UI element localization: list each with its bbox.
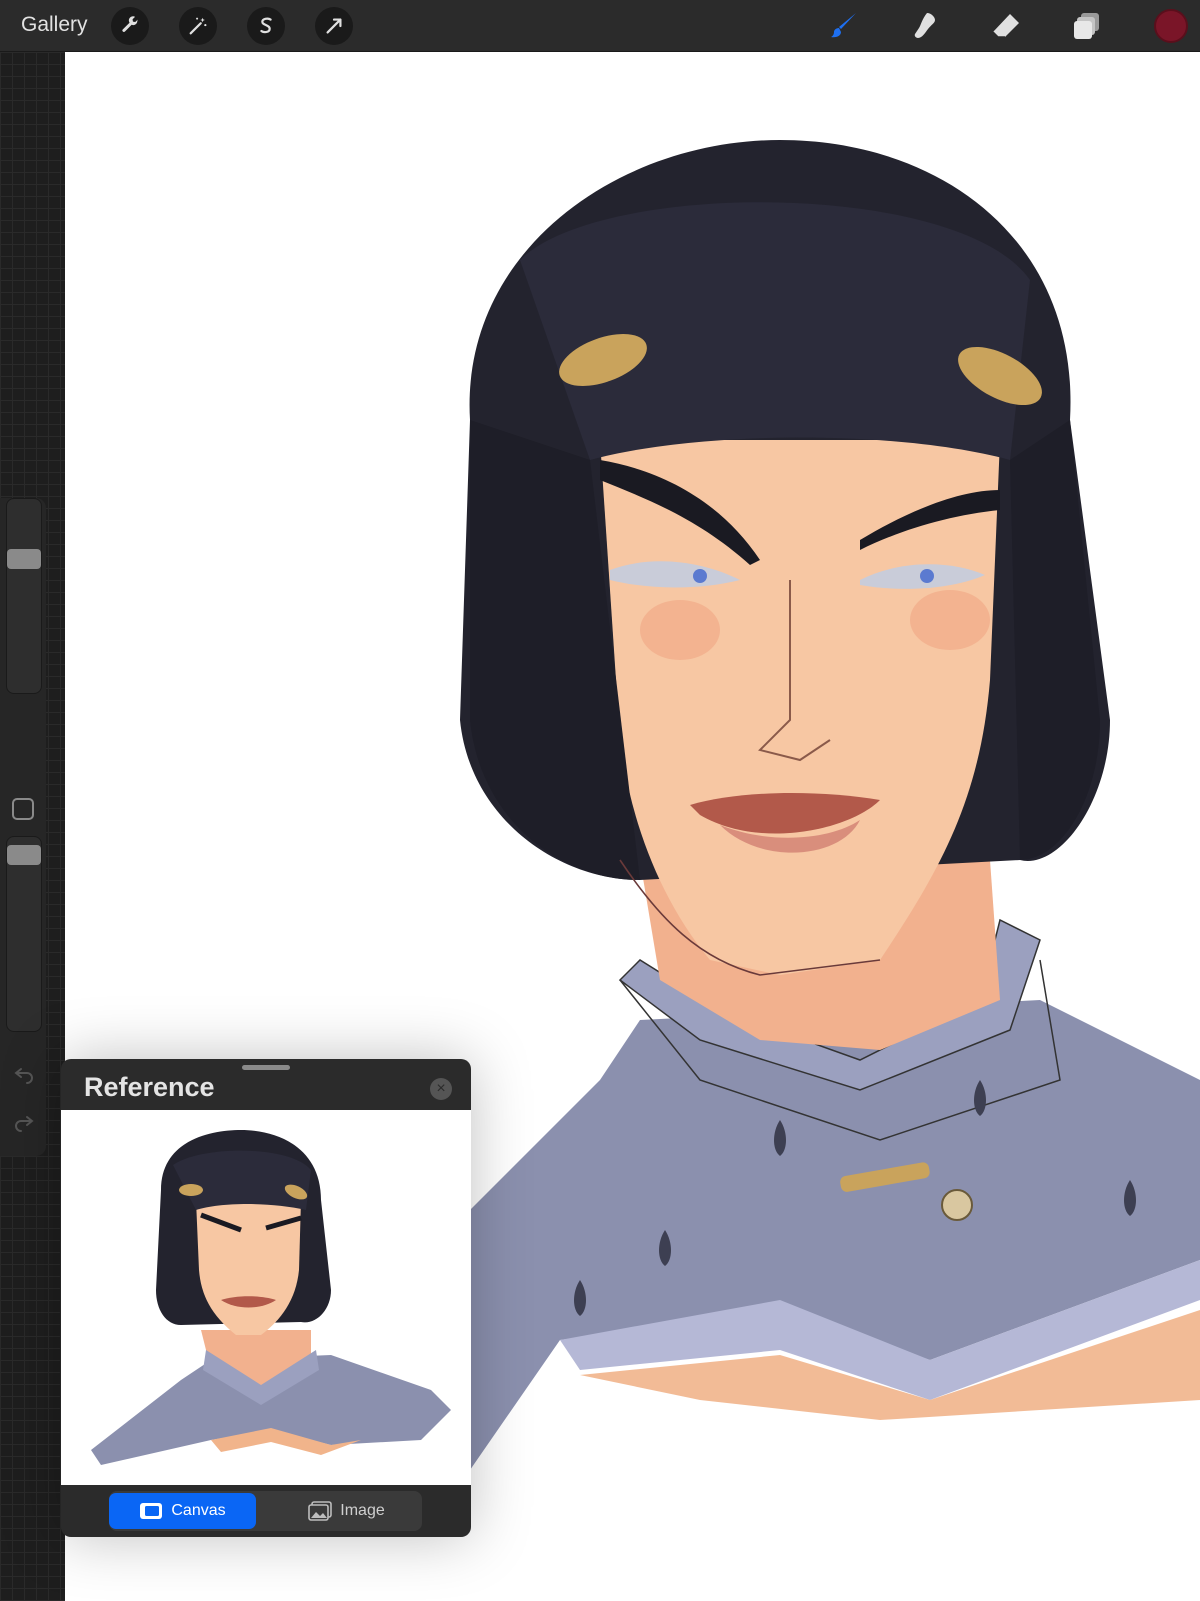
reference-preview — [61, 1110, 471, 1485]
brush-size-thumb[interactable] — [7, 549, 41, 569]
close-icon[interactable]: × — [430, 1078, 452, 1100]
modify-square-button[interactable] — [12, 798, 34, 820]
tab-canvas[interactable]: Canvas — [109, 1493, 256, 1529]
undo-icon[interactable] — [12, 1061, 36, 1085]
reference-source-toggle: Canvas Image — [109, 1491, 422, 1531]
canvas-icon — [140, 1503, 163, 1519]
layers-icon[interactable] — [1069, 8, 1105, 44]
tab-image[interactable]: Image — [273, 1493, 420, 1529]
reference-window[interactable]: Reference × Canvas Image — [61, 1059, 471, 1537]
redo-icon[interactable] — [12, 1109, 36, 1133]
color-swatch[interactable] — [1154, 9, 1188, 43]
magic-wand-icon[interactable] — [179, 7, 217, 45]
reference-title: Reference — [84, 1072, 215, 1102]
wrench-icon[interactable] — [111, 7, 149, 45]
tab-image-label: Image — [340, 1502, 385, 1519]
side-controls-panel — [0, 498, 46, 1156]
brush-icon[interactable] — [826, 8, 862, 44]
reference-thumbnail-artwork — [91, 1130, 451, 1465]
tab-canvas-label: Canvas — [171, 1502, 226, 1519]
opacity-thumb[interactable] — [7, 845, 41, 865]
opacity-slider[interactable] — [6, 836, 42, 1032]
eraser-icon[interactable] — [988, 8, 1024, 44]
gallery-button[interactable]: Gallery — [21, 13, 88, 37]
image-icon — [308, 1501, 333, 1521]
brush-size-slider[interactable] — [6, 498, 42, 694]
left-sidebar — [0, 52, 65, 1601]
smudge-icon[interactable] — [907, 8, 943, 44]
top-toolbar: Gallery — [0, 0, 1200, 52]
selection-s-icon[interactable] — [247, 7, 285, 45]
drag-handle[interactable] — [242, 1065, 290, 1070]
arrow-transform-icon[interactable] — [315, 7, 353, 45]
